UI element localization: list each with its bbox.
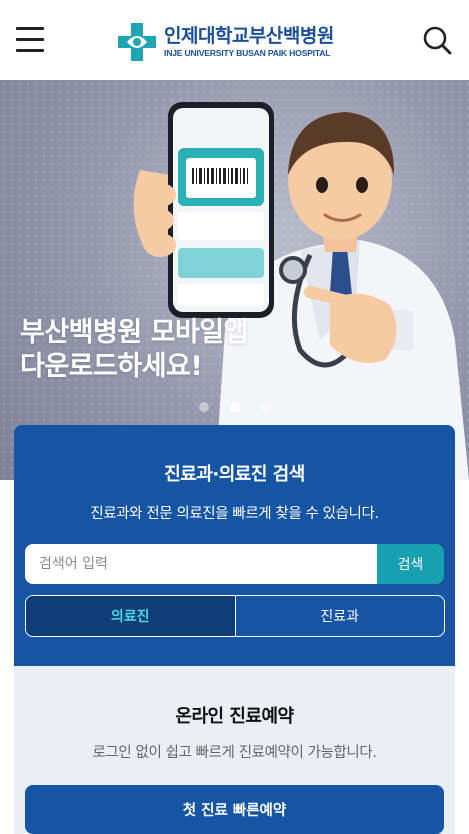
carousel-pagination <box>0 402 469 412</box>
search-type-tabs: 의료진 진료과 <box>25 595 445 637</box>
hero-title-line2: 다운로드하세요! <box>20 351 203 382</box>
quick-first-visit-reservation-button[interactable]: 첫 진료 빠른예약 <box>25 785 444 834</box>
online-reservation-card: 온라인 진료예약 로그인 없이 쉽고 빠르게 진료예약이 가능합니다. 첫 진료… <box>14 666 455 834</box>
reservation-subtitle: 로그인 없이 쉽고 빠르게 진료예약이 가능합니다. <box>92 745 377 761</box>
logo-english-text: INJE UNIVERSITY BUSAN PAIK HOSPITAL <box>164 48 331 58</box>
medical-cross-logo-icon <box>118 23 156 61</box>
hero-title-line1: 부산백병원 모바일앱 <box>20 317 248 348</box>
carousel-dot-2[interactable] <box>229 402 240 412</box>
search-card-subtitle: 진료과와 전문 의료진을 빠르게 찾을 수 있습니다. <box>90 506 379 522</box>
carousel-dot-3[interactable] <box>260 402 271 412</box>
search-button[interactable]: 검색 <box>377 544 444 584</box>
logo-korean-text: 인제대학교부산백병원 <box>164 25 334 47</box>
tab-departments[interactable]: 진료과 <box>234 596 445 636</box>
header: 인제대학교부산백병원 INJE UNIVERSITY BUSAN PAIK HO… <box>0 0 469 80</box>
tab-doctors[interactable]: 의료진 <box>26 596 235 636</box>
hero-title: 부산백병원 모바일앱 다운로드하세요! <box>20 316 248 384</box>
hamburger-menu-icon[interactable] <box>16 25 46 53</box>
search-input[interactable] <box>25 544 377 584</box>
hero-banner[interactable]: 부산백병원 모바일앱 다운로드하세요! <box>0 80 469 480</box>
reservation-title: 온라인 진료예약 <box>175 706 294 727</box>
hospital-logo[interactable]: 인제대학교부산백병원 INJE UNIVERSITY BUSAN PAIK HO… <box>116 20 356 64</box>
search-card-title: 진료과·의료진 검색 <box>164 464 305 485</box>
department-doctor-search-card: 진료과·의료진 검색 진료과와 전문 의료진을 빠르게 찾을 수 있습니다. 검… <box>14 425 455 670</box>
carousel-dot-1[interactable] <box>198 402 209 412</box>
search-icon[interactable] <box>421 24 453 56</box>
doctor-holding-phone-illustration <box>133 102 469 480</box>
